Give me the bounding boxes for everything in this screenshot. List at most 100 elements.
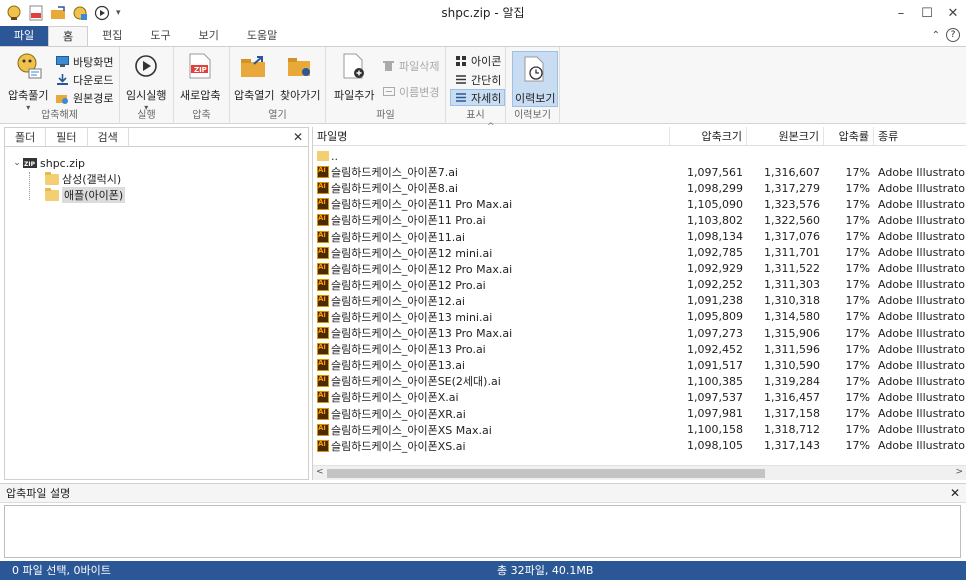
table-row[interactable]: 슬림하드케이스_아이폰13 mini.ai 1,095,809 1,314,580 1… [313,309,966,325]
tab-file[interactable]: 파일 [0,26,48,46]
temp-run-button[interactable]: 임시실행 ▾ [126,51,166,112]
table-row[interactable]: 슬림하드케이스_아이폰12 Pro.ai 1,092,252 1,311,303 17… [313,277,966,293]
extract-original-path-button[interactable]: 원본경로 [56,89,113,106]
open-archive-quick-icon[interactable] [50,5,66,21]
file-name-text: 슬림하드케이스_아이폰12 Pro Max.ai [331,262,513,276]
new-zip-quick-icon[interactable] [28,5,44,21]
tab-search[interactable]: 검색 [88,128,129,146]
table-row[interactable]: 슬림하드케이스_아이폰XR.ai 1,097,981 1,317,158 17% Ado… [313,406,966,422]
compression-ratio-cell: 17% [824,310,874,323]
compression-ratio-cell: 17% [824,375,874,388]
table-row[interactable]: 슬림하드케이스_아이폰7.ai 1,097,561 1,316,607 17% Adob… [313,164,966,180]
file-type-cell: Adobe Illustrator ... [874,230,966,243]
original-size-text: 1,310,590 [764,358,820,372]
extract-desktop-button[interactable]: 바탕화면 [56,53,113,70]
new-zip-button[interactable]: ZIP 새로압축 [180,51,220,103]
compression-ratio-cell: 17% [824,423,874,436]
file-name-cell: 슬림하드케이스_아이폰11 Pro.ai [313,212,670,228]
scrollbar-thumb[interactable] [327,469,765,478]
open-archive-button[interactable]: 압축열기 [234,51,274,103]
file-type-text: Adobe Illustrator ... [878,358,966,372]
table-row[interactable]: 슬림하드케이스_아이폰12 mini.ai 1,092,785 1,311,701 1… [313,245,966,261]
table-row[interactable]: 슬림하드케이스_아이폰12.ai 1,091,238 1,310,318 17% Ado… [313,293,966,309]
view-icon-button[interactable]: 아이콘 [454,52,501,69]
tree-item-apple[interactable]: 애플(아이폰) [5,187,308,203]
original-size-text: 1,322,560 [764,213,820,227]
scroll-left-icon[interactable]: < [316,467,324,477]
original-size-text: 1,310,318 [764,294,820,308]
tab-view[interactable]: 보기 [185,26,233,46]
extract-downloads-button[interactable]: 다운로드 [56,71,113,88]
table-row[interactable]: 슬림하드케이스_아이폰XS Max.ai 1,100,158 1,318,712 17… [313,422,966,438]
tab-help[interactable]: 도움말 [233,26,291,46]
view-detail-button[interactable]: 자세히 [450,89,506,106]
alzip-logo-icon [6,5,22,21]
illustrator-file-icon [317,198,329,211]
file-type-cell: Adobe Illustrator ... [874,439,966,452]
table-row[interactable]: 슬림하드케이스_아이폰SE(2세대).ai 1,100,385 1,319,284 1… [313,373,966,389]
compressed-size-text: 1,091,238 [687,294,743,308]
description-close-icon[interactable]: ✕ [950,484,960,503]
file-type-cell: Adobe Illustrator ... [874,278,966,291]
tab-tools[interactable]: 도구 [136,26,184,46]
chevron-down-icon[interactable]: ⌄ [11,158,23,168]
quick-access-toolbar: ▾ [0,0,124,26]
original-size-text: 1,316,607 [764,165,820,179]
close-button[interactable]: ✕ [940,0,966,26]
parent-folder-row[interactable]: .. [313,148,966,164]
description-textarea[interactable] [4,505,961,558]
maximize-button[interactable]: ☐ [914,0,940,26]
grid-icon [454,54,467,67]
table-row[interactable]: 슬림하드케이스_아이폰13 Pro.ai 1,092,452 1,311,596 17… [313,341,966,357]
play-icon [131,51,161,81]
table-row[interactable]: 슬림하드케이스_아이폰XS.ai 1,098,105 1,317,143 17% Ado… [313,438,966,454]
add-file-button[interactable]: 파일추가 [334,51,374,103]
folder-panel-close-icon[interactable]: ✕ [293,130,303,144]
tree-root[interactable]: ⌄ ZIP shpc.zip [5,155,308,171]
table-row[interactable]: 슬림하드케이스_아이폰11 Pro.ai 1,103,802 1,322,560 17… [313,212,966,228]
scroll-right-icon[interactable]: > [955,467,963,477]
compressed-size-text: 1,095,809 [687,310,743,324]
illustrator-file-icon [317,391,329,404]
table-row[interactable]: 슬림하드케이스_아이폰13 Pro Max.ai 1,097,273 1,315,9… [313,325,966,341]
horizontal-scrollbar[interactable]: < > [313,465,966,480]
tab-filter[interactable]: 필터 [46,128,88,146]
minimize-button[interactable]: – [888,0,914,26]
folder-panel: 폴더 필터 검색 ✕ ⌄ ZIP shpc.zip 삼성(갤럭시) 애플(아이폰… [4,127,309,480]
file-name-text: 슬림하드케이스_아이폰11 Pro.ai [331,214,486,228]
group-file: 파일추가 파일삭제 이름변경 파일 [326,47,446,124]
column-type[interactable]: 종류 [874,127,966,145]
extract-button[interactable]: 압축풀기 ▾ [8,51,48,112]
table-row[interactable]: 슬림하드케이스_아이폰8.ai 1,098,299 1,317,279 17% Adob… [313,180,966,196]
extract-label: 압축풀기 [8,89,49,102]
help-icon[interactable]: ? [946,28,960,42]
illustrator-file-icon [317,310,329,323]
compressed-size-text: 1,097,561 [687,165,743,179]
column-compressed-size[interactable]: 압축크기 [670,127,747,145]
table-row[interactable]: 슬림하드케이스_아이폰12 Pro Max.ai 1,092,929 1,311,5… [313,261,966,277]
tab-folder[interactable]: 폴더 [5,128,47,146]
collapse-ribbon-icon[interactable]: ⌃ [932,30,940,41]
table-row[interactable]: 슬림하드케이스_아이폰X.ai 1,097,537 1,316,457 17% Adob… [313,389,966,405]
browse-button[interactable]: 찾아가기 [280,51,320,103]
tab-home[interactable]: 홈 [48,26,89,46]
tree-item-samsung[interactable]: 삼성(갤럭시) [5,171,308,187]
table-row[interactable]: 슬림하드케이스_아이폰11 Pro Max.ai 1,105,090 1,323,5… [313,196,966,212]
table-row[interactable]: 슬림하드케이스_아이폰11.ai 1,098,134 1,317,076 17% Ado… [313,228,966,244]
original-size-text: 1,314,580 [764,310,820,324]
column-original-size[interactable]: 원본크기 [747,127,824,145]
extract-quick-icon[interactable] [72,5,88,21]
open-archive-icon [239,51,269,81]
customize-toolbar-chevron-icon[interactable]: ▾ [116,8,124,18]
history-button[interactable]: 이력보기 [512,51,559,107]
file-name-cell: 슬림하드케이스_아이폰7.ai [313,164,670,180]
view-simple-button[interactable]: 간단히 [454,71,501,88]
table-row[interactable]: 슬림하드케이스_아이폰13.ai 1,091,517 1,310,590 17% Ado… [313,357,966,373]
compressed-size-cell: 1,097,561 [670,166,747,179]
run-quick-icon[interactable] [94,5,110,21]
column-ratio[interactable]: 압축률 [824,127,874,145]
desktop-icon [56,55,69,68]
delete-file-button[interactable]: 파일삭제 [382,57,439,74]
rename-button[interactable]: 이름변경 [382,83,439,100]
tab-edit[interactable]: 편집 [88,26,136,46]
